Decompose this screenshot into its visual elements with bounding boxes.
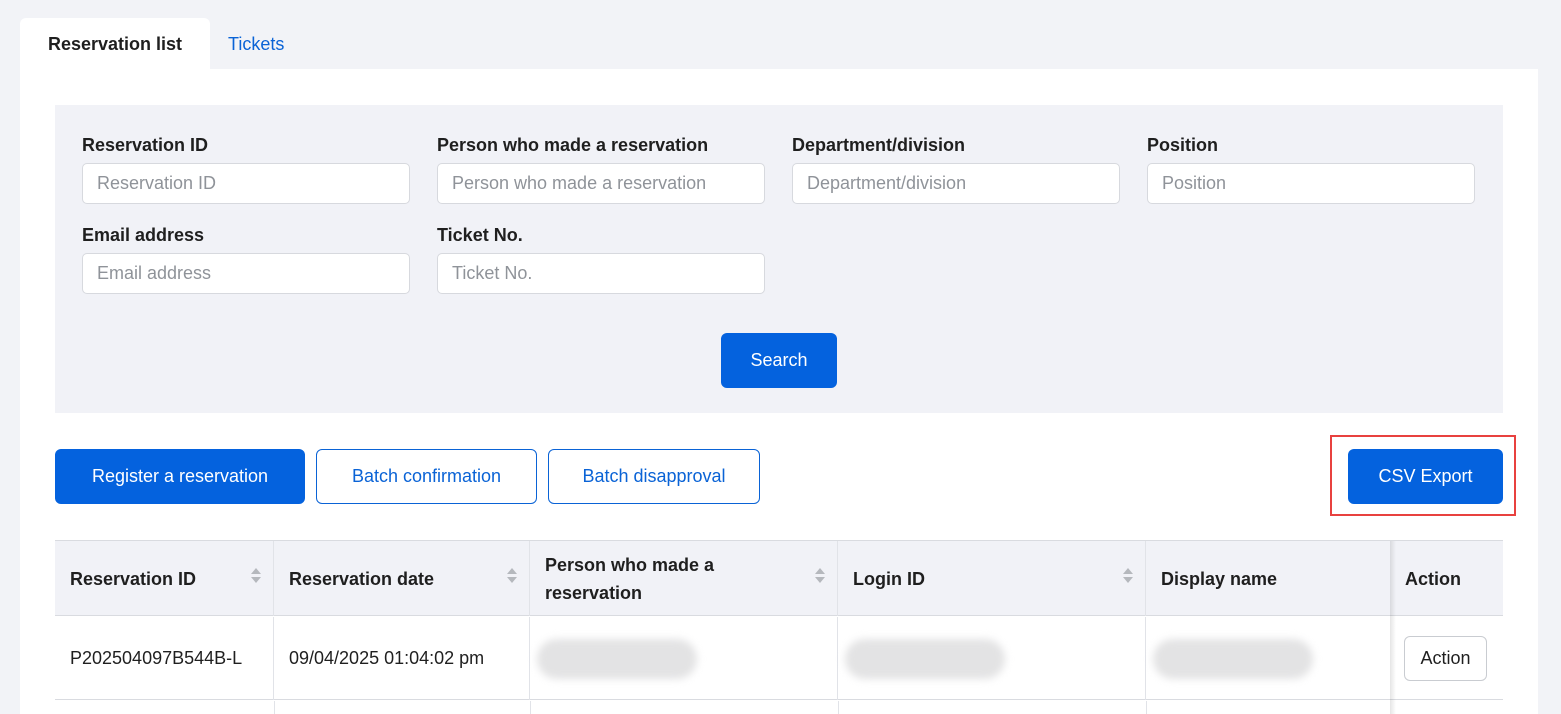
cell-reservation-id: P202504097B544B-L: [55, 617, 274, 700]
tab-reservation-list[interactable]: Reservation list: [20, 18, 210, 70]
person-input[interactable]: [437, 163, 765, 204]
batch-confirmation-button[interactable]: Batch confirmation: [316, 449, 537, 504]
column-header-person[interactable]: Person who made a reservation: [530, 541, 838, 616]
sort-icon[interactable]: [251, 568, 261, 586]
redacted-text: [1153, 638, 1313, 679]
email-field: Email address: [82, 224, 410, 294]
cell-display-name-redacted: [1146, 617, 1390, 700]
column-header-label: Person who made a reservation: [545, 554, 715, 603]
position-label: Position: [1147, 135, 1218, 155]
reservation-table: Reservation ID Reservation date Person w…: [55, 540, 1503, 714]
redacted-text: [537, 638, 697, 679]
reservation-id-input[interactable]: [82, 163, 410, 204]
sort-icon[interactable]: [507, 568, 517, 586]
column-header-reservation-date[interactable]: Reservation date: [274, 541, 530, 616]
column-header-label: Reservation date: [289, 568, 435, 589]
tab-tickets[interactable]: Tickets: [228, 18, 284, 70]
column-divider: [530, 701, 531, 714]
column-header-label: Display name: [1161, 568, 1278, 589]
register-reservation-button[interactable]: Register a reservation: [55, 449, 305, 504]
ticket-no-label: Ticket No.: [437, 225, 523, 245]
column-header-label: Action: [1405, 568, 1461, 589]
search-panel: Reservation ID Person who made a reserva…: [55, 105, 1503, 413]
column-header-reservation-id[interactable]: Reservation ID: [55, 541, 274, 616]
action-button[interactable]: Action: [1404, 636, 1487, 681]
sort-icon[interactable]: [1123, 568, 1133, 586]
ticket-no-field: Ticket No.: [437, 224, 765, 294]
department-label: Department/division: [792, 135, 966, 155]
sticky-column-shadow: [1390, 541, 1396, 714]
department-input[interactable]: [792, 163, 1120, 204]
column-header-action: Action: [1390, 541, 1503, 616]
person-label: Person who made a reservation: [437, 135, 709, 155]
reservation-id-label: Reservation ID: [82, 135, 209, 155]
ticket-no-input[interactable]: [437, 253, 765, 294]
column-header-label: Reservation ID: [70, 568, 197, 589]
cell-reservation-date: 09/04/2025 01:04:02 pm: [274, 617, 530, 700]
email-input[interactable]: [82, 253, 410, 294]
sort-icon[interactable]: [815, 568, 825, 586]
reservation-id-field: Reservation ID: [82, 134, 410, 204]
cell-person-redacted: [530, 617, 838, 700]
table-row[interactable]: [55, 701, 1503, 714]
column-header-display-name: Display name: [1146, 541, 1390, 616]
position-input[interactable]: [1147, 163, 1475, 204]
email-label: Email address: [82, 225, 205, 245]
cell-login-id-redacted: [838, 617, 1146, 700]
column-divider: [838, 701, 839, 714]
search-button[interactable]: Search: [721, 333, 837, 388]
column-divider: [1146, 701, 1147, 714]
csv-export-button[interactable]: CSV Export: [1348, 449, 1503, 504]
table-row[interactable]: P202504097B544B-L 09/04/2025 01:04:02 pm…: [55, 617, 1503, 700]
column-header-label: Login ID: [853, 568, 925, 589]
column-header-login-id[interactable]: Login ID: [838, 541, 1146, 616]
position-field: Position: [1147, 134, 1475, 204]
cell-action: Action: [1390, 617, 1503, 700]
column-divider: [274, 701, 275, 714]
department-field: Department/division: [792, 134, 1120, 204]
table-header: Reservation ID Reservation date Person w…: [55, 541, 1503, 616]
redacted-text: [845, 638, 1005, 679]
batch-disapproval-button[interactable]: Batch disapproval: [548, 449, 760, 504]
person-field: Person who made a reservation: [437, 134, 765, 204]
